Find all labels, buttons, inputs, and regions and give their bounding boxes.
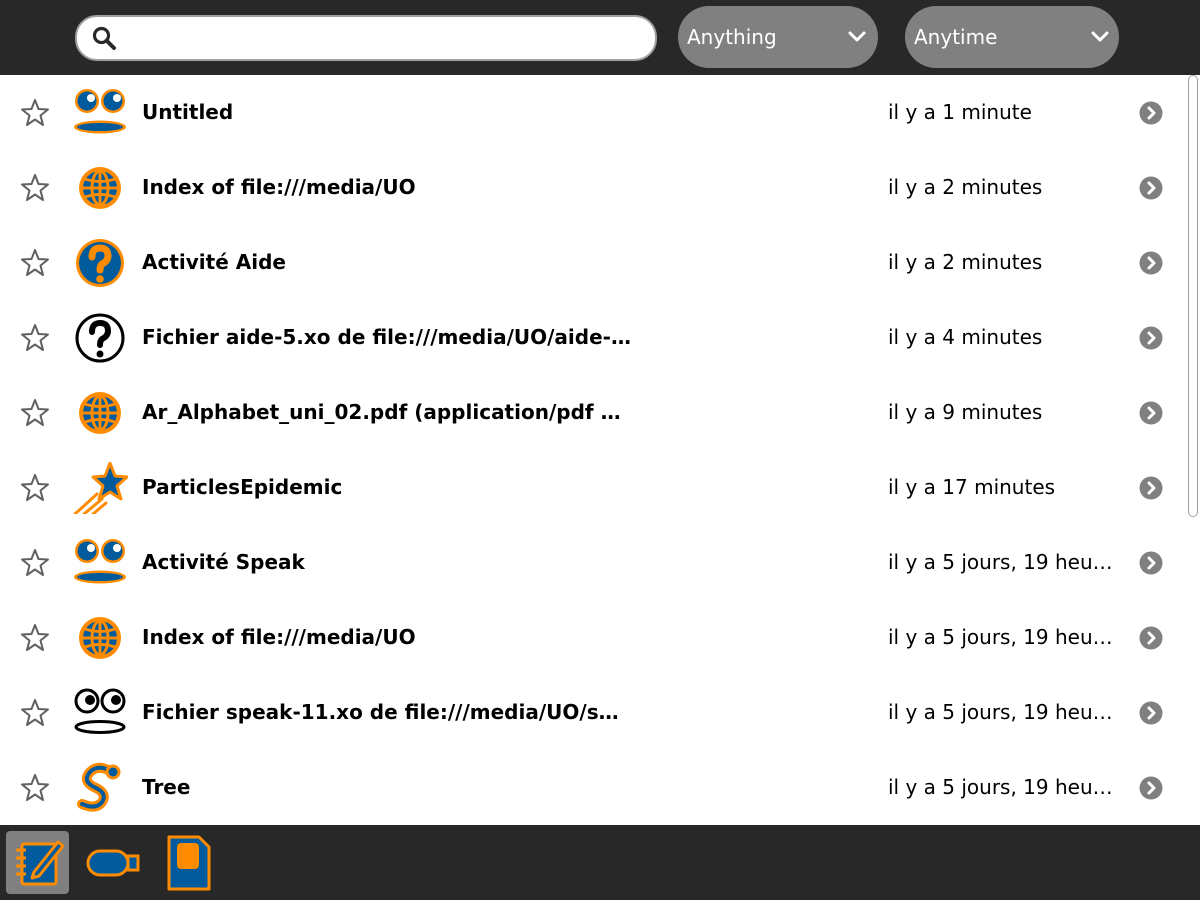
star-icon[interactable] — [20, 698, 50, 728]
help-file-icon[interactable] — [72, 312, 128, 364]
list-item[interactable]: Index of file:///media/UO il y a 2 minut… — [0, 150, 1186, 225]
shooting-star-icon[interactable] — [72, 462, 128, 514]
browse-icon[interactable] — [72, 387, 128, 439]
list-item[interactable]: Untitled il y a 1 minute — [0, 75, 1186, 150]
entry-date: il y a 2 minutes — [888, 250, 1043, 274]
filter-what-dropdown[interactable]: Anything — [678, 6, 878, 68]
star-icon[interactable] — [20, 473, 50, 503]
star-icon[interactable] — [20, 398, 50, 428]
entry-title[interactable]: Untitled — [142, 100, 632, 126]
entry-title[interactable]: Activité Aide — [142, 250, 632, 276]
details-arrow-icon[interactable] — [1139, 701, 1163, 725]
search-icon — [92, 26, 116, 50]
filter-what-label: Anything — [687, 25, 777, 49]
filter-when-label: Anytime — [914, 25, 998, 49]
scrollbar-thumb[interactable] — [1188, 75, 1198, 517]
entry-title[interactable]: Tree — [142, 775, 632, 801]
entry-date: il y a 5 jours, 19 heures — [888, 550, 1116, 574]
chevron-down-icon — [848, 31, 866, 42]
sd-card-icon[interactable] — [163, 835, 211, 891]
usb-stick-icon[interactable] — [84, 843, 144, 883]
entry-date: il y a 1 minute — [888, 100, 1032, 124]
details-arrow-icon[interactable] — [1139, 476, 1163, 500]
details-arrow-icon[interactable] — [1139, 551, 1163, 575]
entry-date: il y a 2 minutes — [888, 175, 1043, 199]
search-input[interactable] — [125, 23, 639, 55]
details-arrow-icon[interactable] — [1139, 326, 1163, 350]
entry-title[interactable]: Ar_Alphabet_uni_02.pdf (application/pdf … — [142, 400, 632, 426]
list-item[interactable]: Tree il y a 5 jours, 19 heures — [0, 750, 1186, 825]
entry-title[interactable]: Index of file:///media/UO — [142, 175, 632, 201]
list-item[interactable]: Ar_Alphabet_uni_02.pdf (application/pdf … — [0, 375, 1186, 450]
star-icon[interactable] — [20, 548, 50, 578]
chevron-down-icon — [1091, 31, 1109, 42]
details-arrow-icon[interactable] — [1139, 776, 1163, 800]
turtle-snake-icon[interactable] — [72, 762, 128, 814]
details-arrow-icon[interactable] — [1139, 176, 1163, 200]
journal-list: Untitled il y a 1 minute Index of file:/… — [0, 75, 1186, 825]
star-icon[interactable] — [20, 98, 50, 128]
list-item[interactable]: Activité Aide il y a 2 minutes — [0, 225, 1186, 300]
star-icon[interactable] — [20, 248, 50, 278]
star-icon[interactable] — [20, 323, 50, 353]
speak-icon[interactable] — [72, 537, 128, 589]
journal-icon — [16, 840, 64, 886]
details-arrow-icon[interactable] — [1139, 401, 1163, 425]
entry-title[interactable]: Activité Speak — [142, 550, 632, 576]
entry-title[interactable]: ParticlesEpidemic — [142, 475, 632, 501]
help-icon[interactable] — [72, 237, 128, 289]
entry-title[interactable]: Fichier aide-5.xo de file:///media/UO/ai… — [142, 325, 632, 351]
entry-date: il y a 5 jours, 19 heures — [888, 625, 1116, 649]
star-icon[interactable] — [20, 773, 50, 803]
toolbar: Anything Anytime — [0, 0, 1200, 75]
browse-icon[interactable] — [72, 162, 128, 214]
entry-title[interactable]: Fichier speak-11.xo de file:///media/UO/… — [142, 700, 632, 726]
entry-date: il y a 9 minutes — [888, 400, 1043, 424]
details-arrow-icon[interactable] — [1139, 251, 1163, 275]
list-item[interactable]: Index of file:///media/UO il y a 5 jours… — [0, 600, 1186, 675]
entry-date: il y a 4 minutes — [888, 325, 1043, 349]
list-item[interactable]: ParticlesEpidemic il y a 17 minutes — [0, 450, 1186, 525]
list-item[interactable]: Fichier speak-11.xo de file:///media/UO/… — [0, 675, 1186, 750]
speak-file-icon[interactable] — [72, 687, 128, 739]
entry-date: il y a 5 jours, 19 heures — [888, 775, 1116, 799]
star-icon[interactable] — [20, 623, 50, 653]
entry-date: il y a 17 minutes — [888, 475, 1056, 499]
volumes-toolbar — [0, 825, 1200, 900]
list-item[interactable]: Activité Speak il y a 5 jours, 19 heures — [0, 525, 1186, 600]
star-icon[interactable] — [20, 173, 50, 203]
entry-date: il y a 5 jours, 19 heures — [888, 700, 1116, 724]
list-item[interactable]: Fichier aide-5.xo de file:///media/UO/ai… — [0, 300, 1186, 375]
journal-volume-button[interactable] — [6, 831, 69, 894]
details-arrow-icon[interactable] — [1139, 101, 1163, 125]
filter-when-dropdown[interactable]: Anytime — [905, 6, 1119, 68]
speak-icon[interactable] — [72, 87, 128, 139]
entry-title[interactable]: Index of file:///media/UO — [142, 625, 632, 651]
search-box[interactable] — [75, 15, 657, 61]
details-arrow-icon[interactable] — [1139, 626, 1163, 650]
browse-icon[interactable] — [72, 612, 128, 664]
